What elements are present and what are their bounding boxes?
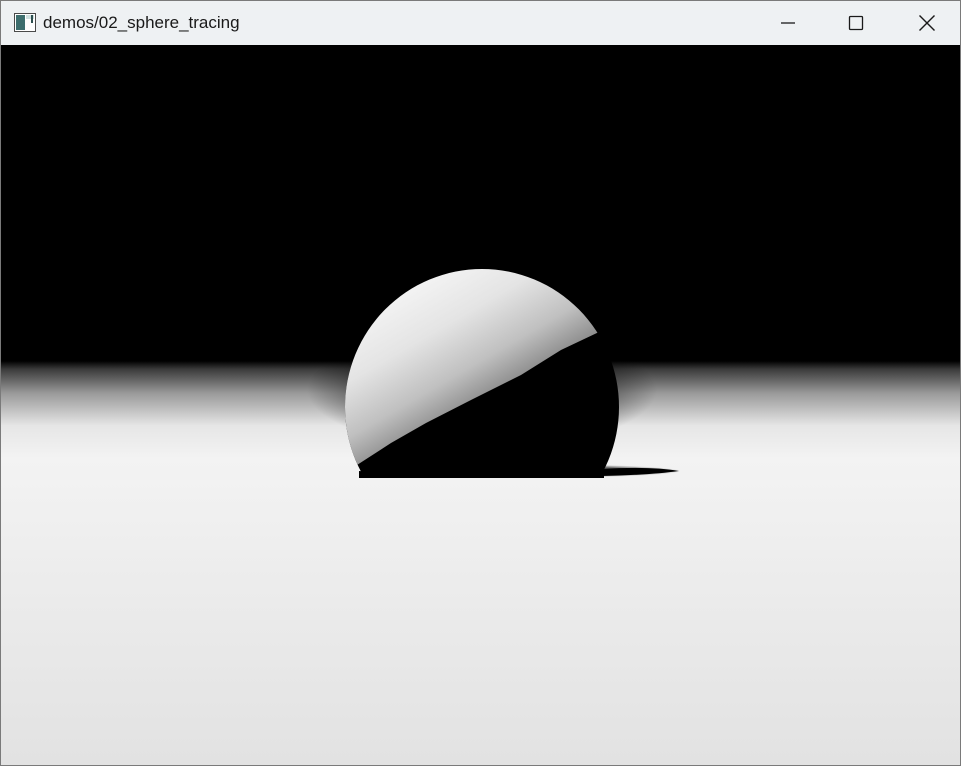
scene-canvas xyxy=(1,45,960,765)
minimize-button[interactable] xyxy=(753,1,823,45)
close-button[interactable] xyxy=(892,1,960,45)
close-icon xyxy=(918,14,936,32)
render-viewport[interactable] xyxy=(1,45,960,765)
maximize-button[interactable] xyxy=(821,1,891,45)
app-window-icon xyxy=(14,13,36,32)
minimize-icon xyxy=(780,15,796,31)
app-window: demos/02_sphere_tracing xyxy=(0,0,961,766)
title-bar[interactable]: demos/02_sphere_tracing xyxy=(1,1,960,45)
maximize-icon xyxy=(848,15,864,31)
window-title: demos/02_sphere_tracing xyxy=(43,13,240,32)
